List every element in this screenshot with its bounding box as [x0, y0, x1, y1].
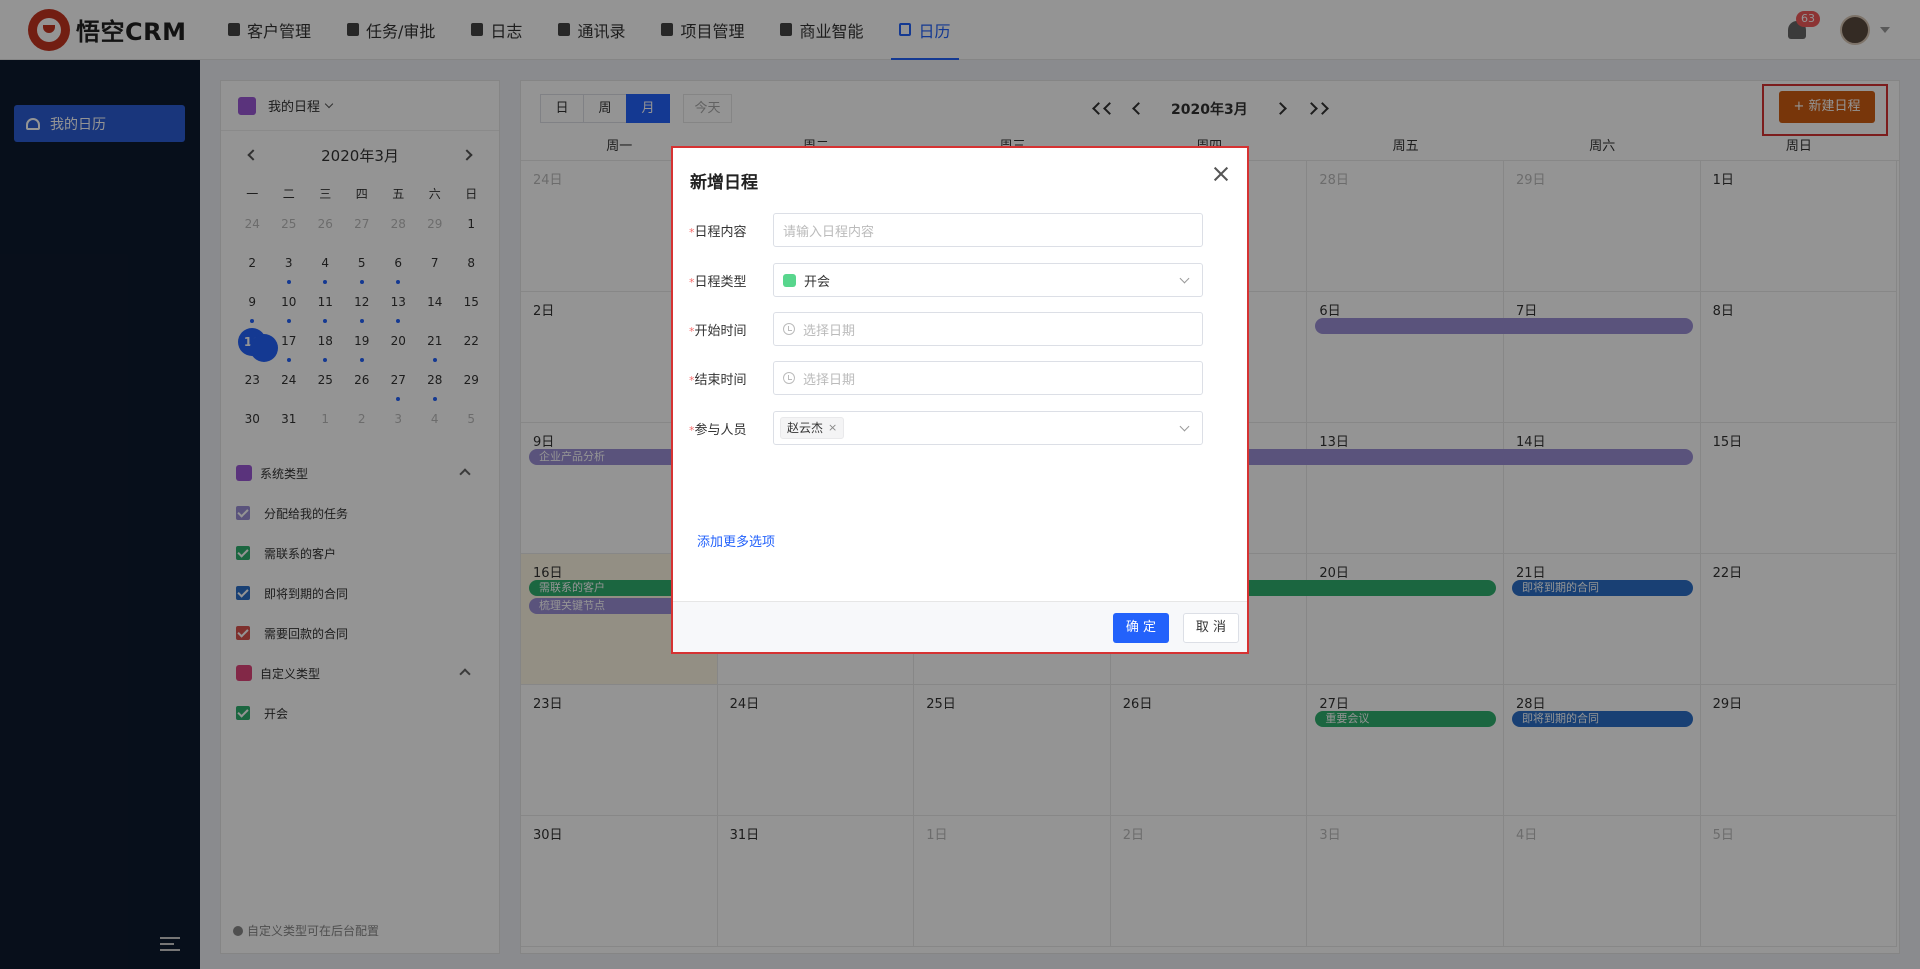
type-color-swatch [783, 273, 796, 287]
end-time-label: *结束时间 [689, 372, 747, 388]
type-label: *日程类型 [689, 274, 747, 290]
participant-tag: 赵云杰 × [780, 417, 845, 439]
new-schedule-dialog: 新增日程 *日程内容 请输入日程内容 *日程类型 开会 *开始时间 选择日期 *… [671, 146, 1249, 654]
remove-tag-icon[interactable]: × [828, 417, 837, 439]
type-value: 开会 [804, 274, 831, 290]
type-row: *日程类型 开会 [689, 263, 1219, 297]
clock-icon [783, 372, 795, 384]
confirm-button[interactable]: 确 定 [1113, 613, 1169, 643]
participants-select[interactable]: 赵云杰 × [773, 411, 1203, 445]
dialog-footer: 确 定 取 消 [673, 601, 1247, 652]
content-row: *日程内容 请输入日程内容 [689, 213, 1219, 247]
type-select[interactable]: 开会 [773, 263, 1203, 297]
clock-icon [783, 323, 795, 335]
chevron-down-icon [1179, 273, 1190, 284]
start-time-row: *开始时间 选择日期 [689, 312, 1219, 346]
add-more-options-link[interactable]: 添加更多选项 [697, 531, 775, 550]
start-time-picker[interactable]: 选择日期 [773, 312, 1203, 346]
cancel-button[interactable]: 取 消 [1183, 613, 1239, 643]
content-label: *日程内容 [689, 224, 747, 240]
content-input[interactable]: 请输入日程内容 [773, 213, 1203, 247]
dialog-title: 新增日程 [690, 173, 758, 193]
start-time-label: *开始时间 [689, 323, 747, 339]
end-time-row: *结束时间 选择日期 [689, 361, 1219, 395]
participants-label: *参与人员 [689, 422, 747, 438]
chevron-down-icon [1179, 421, 1190, 432]
participants-row: *参与人员 赵云杰 × [689, 411, 1219, 445]
end-time-picker[interactable]: 选择日期 [773, 361, 1203, 395]
close-icon[interactable] [1213, 166, 1229, 182]
